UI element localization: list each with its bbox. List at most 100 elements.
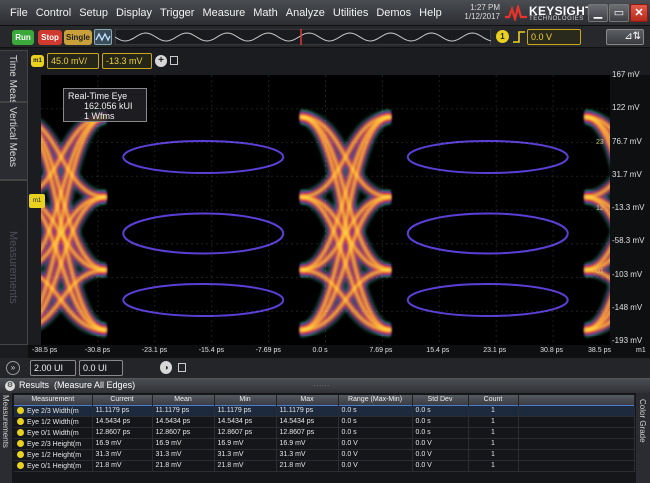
restore-icon: ▭ xyxy=(613,7,625,19)
menu-utilities[interactable]: Utilities xyxy=(329,7,372,19)
column-header-min[interactable]: Min xyxy=(214,395,277,405)
x-tick-label: -15.4 ps xyxy=(198,347,224,354)
y-tick-label: -193 mV xyxy=(612,336,643,345)
cell-std: 0.0 V xyxy=(412,438,469,450)
vertical-offset-field[interactable]: -13.3 mV xyxy=(102,53,152,69)
y-tick-label: 31.7 mV xyxy=(612,169,642,179)
cell-mean: 21.8 mV xyxy=(152,460,215,472)
column-header-measurement[interactable]: Measurement xyxy=(14,395,93,405)
menu-analyze[interactable]: Analyze xyxy=(282,7,329,19)
vertical-scale-field[interactable]: 45.0 mV/ xyxy=(47,53,99,69)
menu-trigger[interactable]: Trigger xyxy=(156,7,198,19)
eye-opening xyxy=(406,140,569,174)
run-button[interactable]: Run xyxy=(12,30,34,45)
timebase-menu-button[interactable]: ◑ xyxy=(160,361,172,374)
clock: 1:27 PM 1/12/2017 xyxy=(448,3,500,21)
trigger-channel-badge[interactable]: 1 xyxy=(496,30,509,43)
y-tick-label: 122 mV xyxy=(612,103,640,113)
x-tick-label: 15.4 ps xyxy=(426,347,450,354)
close-button[interactable]: ✕ xyxy=(630,4,648,22)
results-title: Results (Measure All Edges) xyxy=(19,380,135,390)
rising-edge-icon[interactable] xyxy=(512,30,526,44)
table-row[interactable]: Eye 2/3 Height(m 16.9 mV 16.9 mV 16.9 mV 16.… xyxy=(14,438,635,450)
stop-button[interactable]: Stop xyxy=(38,30,62,45)
timebase-options-icon[interactable] xyxy=(178,363,186,372)
column-header-mean[interactable]: Mean xyxy=(152,395,215,405)
timebase-scale-field[interactable]: 2.00 UI xyxy=(30,360,76,376)
timebase-row: » 2.00 UI 0.0 UI ◑ xyxy=(0,358,650,378)
autoscale-icon: ⊿⇅ xyxy=(624,31,641,42)
x-tick-label: 23.1 ps xyxy=(483,347,507,354)
column-header-count[interactable]: Count xyxy=(468,395,519,405)
cell-std: 0.0 s xyxy=(412,427,469,439)
single-button[interactable]: Single xyxy=(64,30,92,45)
channel-badge[interactable]: m1 xyxy=(31,55,44,67)
tab-measurements[interactable]: Measurements xyxy=(0,180,28,345)
channel-dot-icon xyxy=(17,428,24,436)
cell-range: 0.0 s xyxy=(338,416,413,428)
cell-min: 14.5434 ps xyxy=(214,416,277,428)
cell-range: 0.0 V xyxy=(338,449,413,461)
cell-std: 0.0 V xyxy=(412,460,469,472)
y-tick-label: 76.7 mV xyxy=(612,136,642,146)
expand-panel-button[interactable]: » xyxy=(6,361,20,375)
menu-control[interactable]: Control xyxy=(32,7,75,19)
table-row[interactable]: Eye 0/1 Height(m 21.8 mV 21.8 mV 21.8 mV 21.… xyxy=(14,460,635,472)
acquisition-mode-button[interactable] xyxy=(94,29,112,45)
x-tick-label: 7.69 ps xyxy=(369,347,393,354)
eye-opening xyxy=(122,140,285,174)
gear-icon[interactable]: ⚙ xyxy=(5,381,15,391)
column-header-max[interactable]: Max xyxy=(276,395,339,405)
trigger-overview-strip[interactable] xyxy=(115,29,491,45)
ground-offset-marker[interactable]: m1 xyxy=(29,194,45,208)
timebase-position-field[interactable]: 0.0 UI xyxy=(79,360,123,376)
cell-count: 1 xyxy=(468,404,519,417)
restore-button[interactable]: ▭ xyxy=(609,4,629,22)
table-row[interactable]: Eye 1/2 Width(m 14.5434 ps 14.5434 ps 14.54… xyxy=(14,416,635,428)
menu-display[interactable]: Display xyxy=(112,7,156,19)
x-tick-label: -30.8 ps xyxy=(84,347,111,354)
y-tick-label: -13.3 mV xyxy=(612,203,645,212)
menu-file[interactable]: File xyxy=(6,7,32,19)
trigger-level-field[interactable]: 0.0 V xyxy=(527,29,581,45)
channel-dot-icon xyxy=(17,406,24,414)
column-header-range[interactable]: Range (Max-Min) xyxy=(338,395,413,405)
brand-subtitle: TECHNOLOGIES xyxy=(529,16,584,22)
measurement-name-cell: Eye 1/2 Width(m xyxy=(14,416,93,428)
timebase-icon: ◑ xyxy=(163,363,169,372)
measurement-name: Eye 1/2 Height(m xyxy=(27,451,82,459)
table-row[interactable]: Eye 2/3 Width(m 11.1179 ps 11.1179 ps 11.11… xyxy=(14,404,635,417)
cell-range: 0.0 V xyxy=(338,438,413,450)
cell-max: 12.8607 ps xyxy=(276,427,339,439)
minimize-button[interactable]: ▁ xyxy=(588,4,608,22)
tab-time-meas[interactable]: Time Meas xyxy=(0,50,28,104)
x-axis-source-label: m1 xyxy=(636,347,646,354)
eye-opening xyxy=(406,212,569,255)
x-tick-label: 30.8 ps xyxy=(540,347,564,354)
menu-help[interactable]: Help xyxy=(415,7,446,19)
column-header-current[interactable]: Current xyxy=(92,395,153,405)
measurement-name-cell: Eye 2/3 Width(m xyxy=(14,404,93,417)
panel-resize-grip[interactable]: ...... xyxy=(314,382,330,388)
cell-current: 16.9 mV xyxy=(92,438,153,450)
cell-current: 12.8607 ps xyxy=(92,427,153,439)
measurement-name-cell: Eye 0/1 Width(m xyxy=(14,427,93,439)
table-row[interactable]: Eye 0/1 Width(m 12.8607 ps 12.8607 ps 12.86… xyxy=(14,427,635,439)
eye-info-wfms: 1 Wfms xyxy=(84,111,115,121)
x-tick-label: -7.69 ps xyxy=(255,347,281,354)
menu-measure[interactable]: Measure xyxy=(198,7,249,19)
cell-std: 0.0 s xyxy=(412,404,469,417)
measurement-name: Eye 2/3 Height(m xyxy=(27,440,82,448)
channel-menu-icon[interactable] xyxy=(170,56,178,65)
table-row[interactable]: Eye 1/2 Height(m 31.3 mV 31.3 mV 31.3 mV 31.… xyxy=(14,449,635,461)
column-header-std-dev[interactable]: Std Dev xyxy=(412,395,469,405)
autoscale-button[interactable]: ⊿⇅ xyxy=(606,29,644,45)
tab-vertical-meas[interactable]: Vertical Meas xyxy=(0,102,28,180)
results-right-tab[interactable]: Color Grade xyxy=(636,393,650,483)
menu-setup[interactable]: Setup xyxy=(75,7,112,19)
menu-demos[interactable]: Demos xyxy=(372,7,415,19)
add-channel-button[interactable]: + xyxy=(155,55,167,67)
results-left-tab[interactable]: Measurements xyxy=(0,393,12,483)
cell-spacer xyxy=(518,404,635,417)
menu-math[interactable]: Math xyxy=(249,7,281,19)
